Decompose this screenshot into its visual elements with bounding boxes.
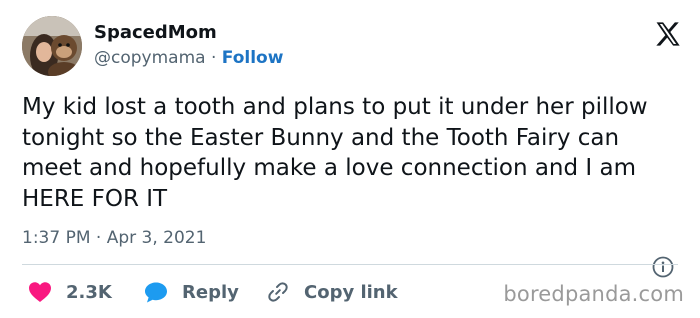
reply-label: Reply	[182, 281, 239, 303]
copy-link-button[interactable]: Copy link	[266, 276, 398, 308]
follow-button[interactable]: Follow	[222, 48, 284, 68]
tweet-text: My kid lost a tooth and plans to put it …	[22, 94, 648, 212]
link-icon	[268, 282, 288, 302]
copy-link-label: Copy link	[304, 281, 398, 303]
tweet-header: SpacedMom @copymama · Follow	[22, 16, 682, 78]
divider	[22, 264, 678, 265]
author-handle[interactable]: @copymama	[94, 48, 206, 68]
watermark: boredpanda.com	[503, 282, 684, 306]
author-display-name[interactable]: SpacedMom	[94, 22, 217, 43]
avatar[interactable]	[22, 16, 82, 76]
author-handle-row: @copymama · Follow	[94, 48, 283, 68]
speech-bubble-icon	[145, 282, 167, 303]
x-logo-icon[interactable]	[654, 20, 682, 48]
heart-icon	[29, 282, 51, 302]
avatar-image	[22, 16, 82, 76]
reply-button[interactable]: Reply	[144, 276, 239, 308]
like-button[interactable]: 2.3K	[28, 276, 112, 308]
info-icon[interactable]	[652, 256, 674, 278]
action-bar: 2.3K Reply Copy link	[22, 276, 492, 308]
handle-separator: ·	[205, 48, 222, 68]
tweet-timestamp[interactable]: 1:37 PM · Apr 3, 2021	[22, 228, 206, 248]
like-count: 2.3K	[66, 281, 112, 303]
